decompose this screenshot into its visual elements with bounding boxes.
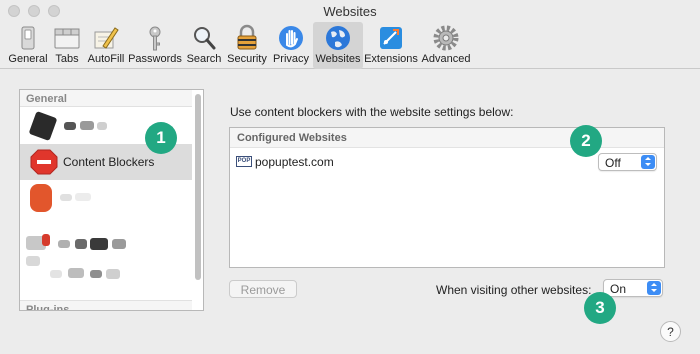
- sidebar-list[interactable]: General Content Blockers Plug-ins: [19, 89, 204, 311]
- sidebar-item-blurred-3[interactable]: [20, 230, 192, 290]
- tab-search-label: Search: [186, 53, 222, 65]
- tab-extensions-label: Extensions: [364, 53, 418, 65]
- other-websites-popup[interactable]: On: [603, 279, 663, 297]
- tab-security-label: Security: [227, 53, 267, 65]
- sidebar-item-label: Content Blockers: [63, 155, 155, 169]
- blurred-icon: [28, 110, 58, 142]
- tabs-icon: [54, 28, 80, 49]
- title-bar: Websites: [0, 0, 700, 22]
- sidebar-item-blurred-2[interactable]: [20, 180, 192, 220]
- tab-passwords[interactable]: Passwords: [127, 22, 183, 69]
- tab-autofill[interactable]: AutoFill: [85, 22, 127, 69]
- blurred-icon: [30, 184, 52, 212]
- puzzle-icon: [380, 27, 402, 49]
- tab-websites[interactable]: Websites: [313, 22, 363, 69]
- callout-1: 1: [145, 122, 177, 154]
- padlock-icon: [237, 24, 257, 50]
- tab-advanced[interactable]: Advanced: [419, 22, 473, 69]
- tab-autofill-label: AutoFill: [87, 53, 125, 65]
- callout-2: 2: [570, 125, 602, 157]
- site-name: popuptest.com: [255, 155, 334, 169]
- tab-tabs-label: Tabs: [55, 53, 79, 65]
- scroll-thumb[interactable]: [195, 94, 201, 280]
- tab-advanced-label: Advanced: [421, 53, 471, 65]
- other-websites-label: When visiting other websites:: [436, 283, 592, 297]
- blurred-label: [64, 122, 76, 130]
- tab-websites-label: Websites: [315, 53, 361, 65]
- help-button[interactable]: ?: [660, 321, 681, 342]
- instruction-text: Use content blockers with the website se…: [230, 105, 514, 119]
- tab-tabs[interactable]: Tabs: [50, 22, 84, 69]
- key-icon: [149, 26, 161, 51]
- sidebar-section-general: General: [20, 90, 192, 107]
- other-websites-value: On: [610, 282, 627, 296]
- remove-button[interactable]: Remove: [229, 280, 297, 298]
- globe-icon: [326, 26, 350, 50]
- gear-icon: [433, 25, 459, 51]
- tab-privacy-label: Privacy: [272, 53, 310, 65]
- tab-general-label: General: [8, 53, 48, 65]
- switch-icon: [21, 26, 35, 50]
- tab-extensions[interactable]: Extensions: [364, 22, 418, 69]
- table-row[interactable]: POP popuptest.com Off: [230, 149, 664, 175]
- site-favicon-icon: POP: [236, 156, 252, 167]
- tab-search[interactable]: Search: [184, 22, 224, 69]
- popup-stepper-icon: [641, 155, 655, 169]
- callout-3: 3: [584, 292, 616, 324]
- window-title: Websites: [323, 4, 377, 19]
- magnifier-icon: [194, 27, 216, 50]
- tab-privacy[interactable]: Privacy: [270, 22, 312, 69]
- sidebar-section-plugins: Plug-ins: [20, 300, 192, 310]
- tab-general[interactable]: General: [6, 22, 50, 69]
- tab-security[interactable]: Security: [225, 22, 269, 69]
- hand-icon: [279, 26, 303, 50]
- pencil-icon: [94, 27, 119, 49]
- tab-passwords-label: Passwords: [128, 53, 182, 65]
- preferences-window: Websites General Tabs AutoFill Passwords…: [0, 0, 700, 354]
- site-setting-value: Off: [605, 156, 621, 170]
- sidebar-scrollbar[interactable]: [193, 92, 202, 308]
- stop-sign-icon: [30, 149, 58, 175]
- popup-stepper-icon: [647, 281, 661, 295]
- site-setting-popup[interactable]: Off: [598, 153, 657, 171]
- toolbar: General Tabs AutoFill Passwords Search S…: [0, 22, 700, 69]
